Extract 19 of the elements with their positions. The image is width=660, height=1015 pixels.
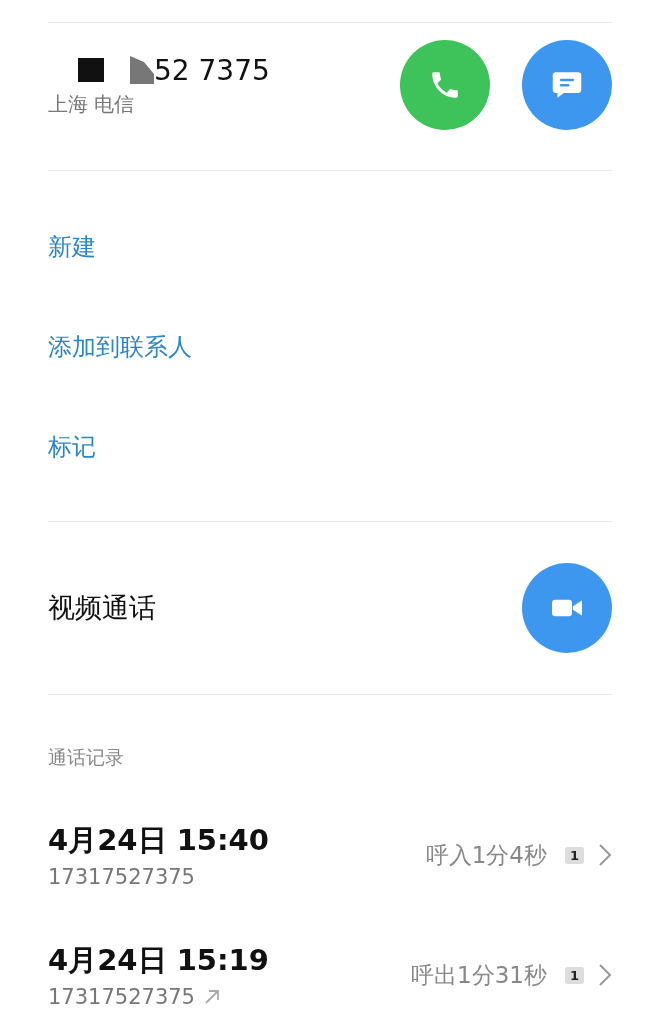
- call-time: 4月24日 15:19: [48, 942, 270, 979]
- chevron-right-icon: [598, 963, 612, 987]
- caller-number: 17317527375: [48, 985, 195, 1009]
- action-link[interactable]: 标记: [48, 397, 96, 497]
- action-link[interactable]: 添加到联系人: [48, 297, 192, 397]
- sim-badge: 1: [564, 846, 584, 864]
- call-summary: 呼入1分4秒: [425, 840, 547, 870]
- call-time: 4月24日 15:40: [48, 822, 270, 859]
- carrier-location: 上海 电信: [48, 90, 136, 118]
- caller-number: 17317527375: [48, 865, 195, 889]
- chevron-right-icon: [598, 843, 612, 867]
- section-title: 通话记录: [48, 745, 125, 770]
- call-log-item[interactable]: 4月24日 15:40 17317527375 呼入1分4秒 1: [48, 795, 612, 915]
- phone-number: 52 7375: [154, 53, 270, 87]
- call-log-item[interactable]: 4月24日 15:19 17317527375 呼出1分31秒 1: [48, 915, 612, 1015]
- action-link[interactable]: 新建: [48, 197, 96, 297]
- video-call-label: 视频通话: [48, 591, 156, 625]
- call-summary: 呼出1分31秒: [411, 960, 547, 990]
- sim-badge: 1: [564, 966, 584, 984]
